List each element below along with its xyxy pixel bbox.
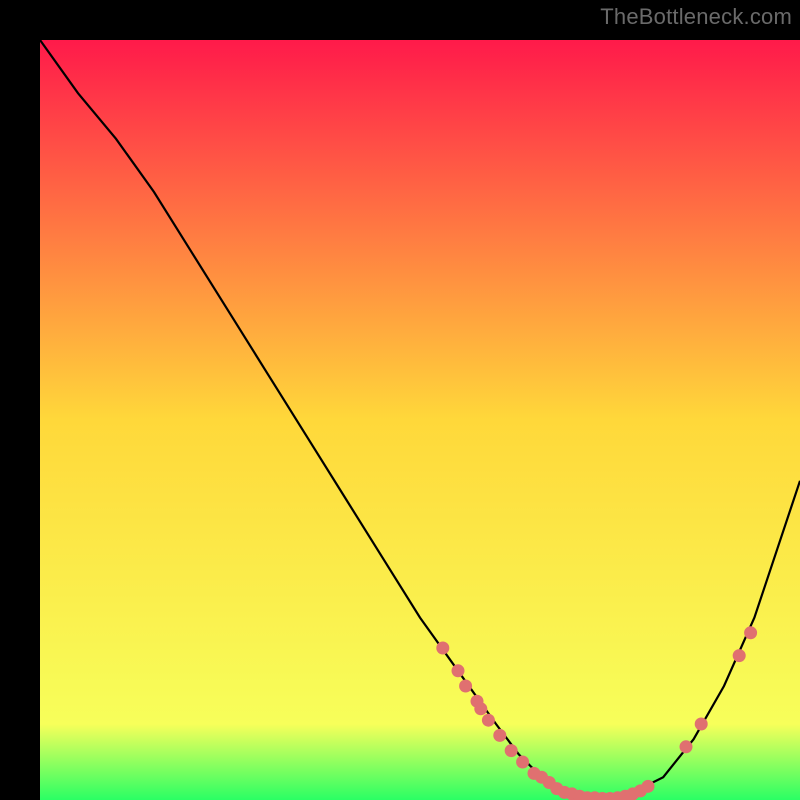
scatter-dot	[744, 626, 757, 639]
watermark-label: TheBottleneck.com	[600, 4, 792, 30]
scatter-dot	[505, 744, 518, 757]
scatter-dot	[436, 642, 449, 655]
chart-frame	[20, 20, 780, 780]
scatter-dot	[493, 729, 506, 742]
scatter-dot	[482, 714, 495, 727]
scatter-dot	[452, 664, 465, 677]
scatter-dot	[695, 718, 708, 731]
scatter-dot	[680, 740, 693, 753]
scatter-dot	[642, 780, 655, 793]
chart-canvas	[40, 40, 800, 800]
scatter-dot	[459, 680, 472, 693]
chart-background	[40, 40, 800, 800]
scatter-dot	[733, 649, 746, 662]
scatter-dot	[516, 756, 529, 769]
scatter-dot	[474, 702, 487, 715]
